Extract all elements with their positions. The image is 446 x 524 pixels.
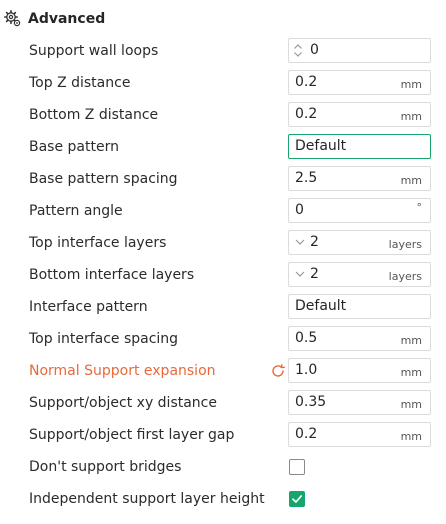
setting-label: Top interface spacing <box>29 331 179 347</box>
section-title: Advanced <box>28 11 106 27</box>
chevron-down-icon[interactable] <box>295 238 305 246</box>
setting-row-support-object-xy-distance: Support/object xy distance 0.35 mm <box>0 387 446 419</box>
setting-row-base-pattern-spacing: Base pattern spacing 2.5 mm <box>0 163 446 195</box>
setting-unit: mm <box>400 366 422 379</box>
setting-unit: mm <box>400 430 422 443</box>
checkmark-icon <box>292 495 303 503</box>
setting-value: 0.5 <box>295 330 318 346</box>
setting-label: Interface pattern <box>29 299 148 315</box>
setting-row-support-object-first-layer-gap: Support/object first layer gap 0.2 mm <box>0 419 446 451</box>
setting-unit: layers <box>388 238 422 251</box>
reset-icon[interactable] <box>270 363 286 379</box>
setting-input[interactable]: 0 ° <box>288 198 431 223</box>
setting-unit: mm <box>400 110 422 123</box>
setting-input[interactable]: 2.5 mm <box>288 166 431 191</box>
setting-value: 1.0 <box>295 362 318 378</box>
setting-row-bottom-interface-layers: Bottom interface layers 2 layers <box>0 259 446 291</box>
setting-input[interactable]: 0.2 mm <box>288 102 431 127</box>
setting-value: Default <box>295 298 347 314</box>
setting-value: 0 <box>295 202 304 218</box>
setting-label: Don't support bridges <box>29 459 182 475</box>
setting-input[interactable]: 0.35 mm <box>288 390 431 415</box>
setting-value: 2 <box>310 266 319 282</box>
setting-label: Bottom Z distance <box>29 107 159 123</box>
setting-unit: ° <box>416 201 423 214</box>
setting-value: 0.2 <box>295 74 318 90</box>
setting-spinbox[interactable]: 0 <box>288 38 431 63</box>
setting-label: Support/object first layer gap <box>29 427 235 443</box>
setting-label: Pattern angle <box>29 203 123 219</box>
setting-label: Independent support layer height <box>29 491 265 507</box>
setting-input[interactable]: 0.2 mm <box>288 422 431 447</box>
setting-value: 0.2 <box>295 426 318 442</box>
setting-row-top-interface-spacing: Top interface spacing 0.5 mm <box>0 323 446 355</box>
setting-combobox[interactable]: 2 layers <box>288 262 431 287</box>
setting-label: Support/object xy distance <box>29 395 217 411</box>
setting-label: Base pattern spacing <box>29 171 178 187</box>
setting-value: 0.35 <box>295 394 327 410</box>
setting-unit: mm <box>400 398 422 411</box>
setting-row-top-z-distance: Top Z distance 0.2 mm <box>0 67 446 99</box>
setting-combobox[interactable]: 2 layers <box>288 230 431 255</box>
setting-row-independent-support-layer-height: Independent support layer height <box>0 483 446 515</box>
setting-row-interface-pattern: Interface pattern Default <box>0 291 446 323</box>
setting-unit: mm <box>400 334 422 347</box>
setting-input[interactable]: 1.0 mm <box>288 358 431 383</box>
setting-value: 2.5 <box>295 170 318 186</box>
setting-input[interactable]: 0.5 mm <box>288 326 431 351</box>
setting-checkbox[interactable] <box>289 459 305 475</box>
setting-row-normal-support-expansion: Normal Support expansion 1.0 mm <box>0 355 446 387</box>
setting-checkbox[interactable] <box>289 491 305 507</box>
setting-input[interactable]: 0.2 mm <box>288 70 431 95</box>
setting-label: Support wall loops <box>29 43 159 59</box>
chevron-down-icon[interactable] <box>295 270 305 278</box>
setting-label: Bottom interface layers <box>29 267 195 283</box>
section-header-advanced: Advanced <box>4 7 105 31</box>
setting-row-support-wall-loops: Support wall loops 0 <box>0 35 446 67</box>
setting-label: Top Z distance <box>29 75 131 91</box>
setting-select[interactable]: Default <box>288 294 431 319</box>
setting-label: Top interface layers <box>29 235 167 251</box>
setting-value: 0 <box>310 42 319 58</box>
setting-row-pattern-angle: Pattern angle 0 ° <box>0 195 446 227</box>
setting-unit: mm <box>400 174 422 187</box>
gear-icon <box>4 10 21 27</box>
setting-row-bottom-z-distance: Bottom Z distance 0.2 mm <box>0 99 446 131</box>
setting-value: Default <box>295 138 347 154</box>
setting-row-top-interface-layers: Top interface layers 2 layers <box>0 227 446 259</box>
setting-label: Base pattern <box>29 139 119 155</box>
setting-value: 2 <box>310 234 319 250</box>
setting-unit: mm <box>400 78 422 91</box>
setting-row-don-t-support-bridges: Don't support bridges <box>0 451 446 483</box>
setting-unit: layers <box>388 270 422 283</box>
setting-label: Normal Support expansion <box>29 363 216 379</box>
setting-value: 0.2 <box>295 106 318 122</box>
setting-select[interactable]: Default <box>288 134 431 159</box>
spin-arrows-icon[interactable] <box>292 41 304 60</box>
setting-row-base-pattern: Base pattern Default <box>0 131 446 163</box>
